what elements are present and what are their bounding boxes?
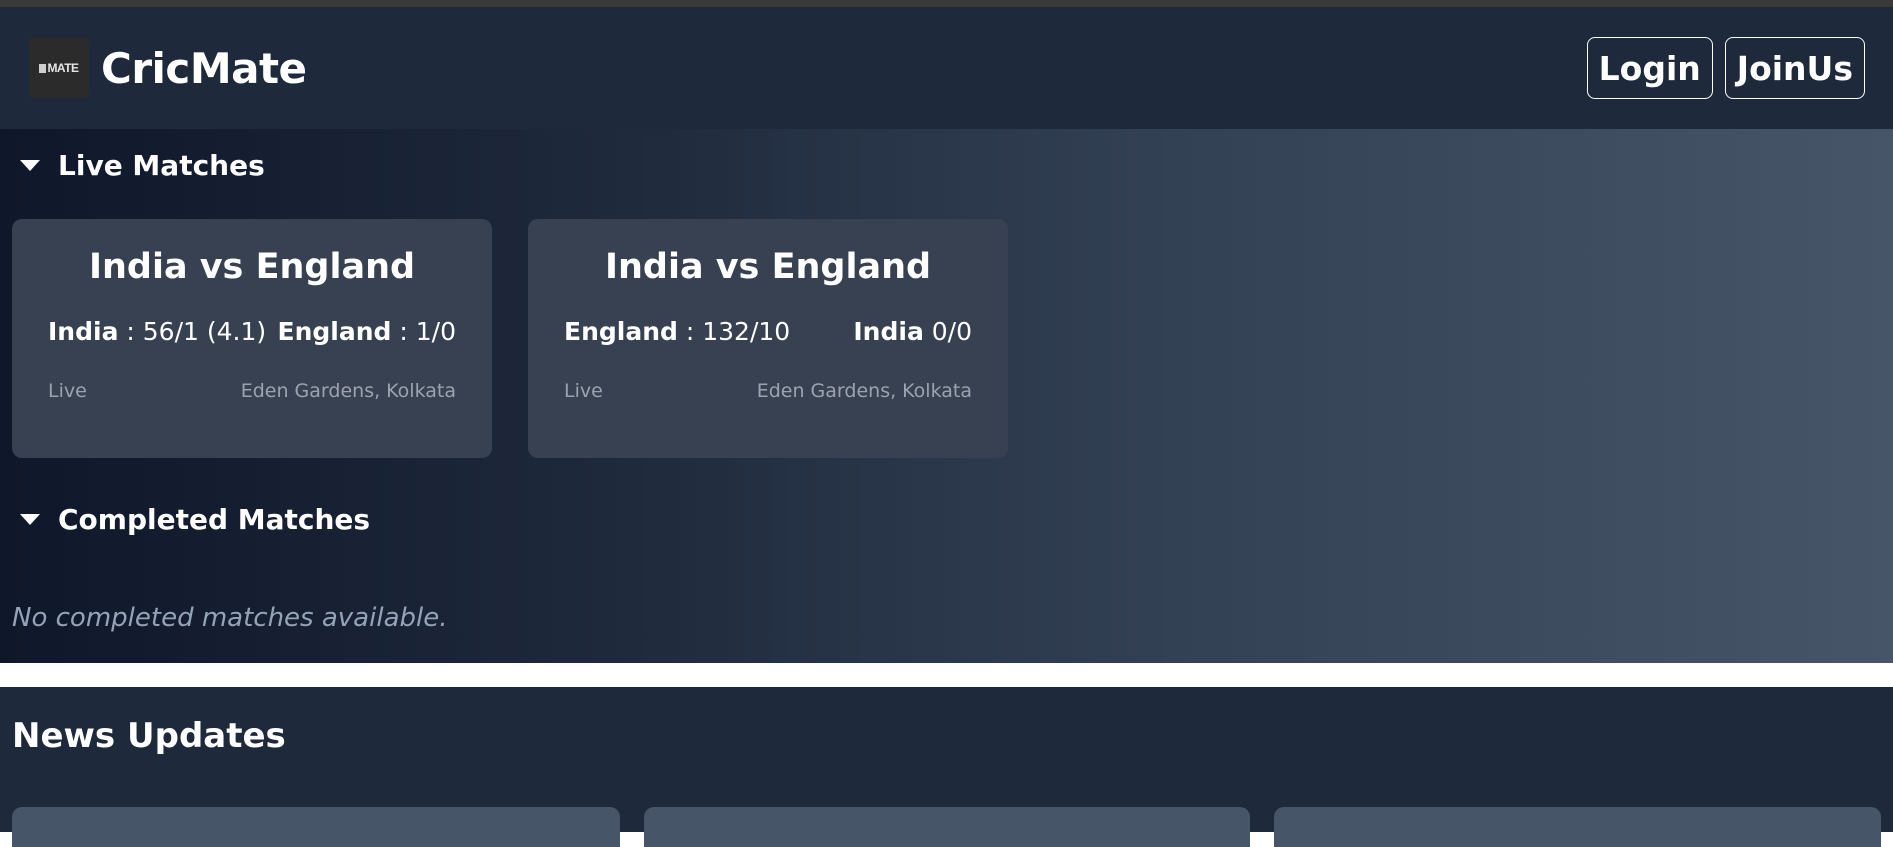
login-button[interactable]: Login xyxy=(1586,37,1713,99)
news-section: News Updates xyxy=(0,687,1893,847)
match-venue: Eden Gardens, Kolkata xyxy=(756,380,972,402)
news-title: News Updates xyxy=(12,716,286,756)
team1-score: England : 132/10 xyxy=(564,317,791,346)
section-divider xyxy=(0,663,1893,687)
match-card[interactable]: India vs England England : 132/10 India … xyxy=(528,219,1008,458)
live-matches-title: Live Matches xyxy=(58,149,265,182)
match-card[interactable]: India vs England India : 56/1 (4.1) Engl… xyxy=(12,219,492,458)
team2-score: England : 1/0 xyxy=(277,317,456,346)
news-card[interactable] xyxy=(1274,807,1881,847)
score-row: England : 132/10 India 0/0 xyxy=(564,317,972,346)
match-meta: Live Eden Gardens, Kolkata xyxy=(564,380,972,402)
logo-icon: MATE xyxy=(29,38,89,98)
match-meta: Live Eden Gardens, Kolkata xyxy=(48,380,456,402)
empty-state-message: No completed matches available. xyxy=(12,603,448,633)
caret-down-icon xyxy=(20,514,40,525)
matches-section: Live Matches India vs England India : 56… xyxy=(0,129,1893,663)
brand-name: CricMate xyxy=(101,43,307,93)
caret-down-icon xyxy=(20,160,40,171)
live-matches-toggle[interactable]: Live Matches xyxy=(20,149,265,182)
team2-score: India 0/0 xyxy=(853,317,972,346)
completed-matches-toggle[interactable]: Completed Matches xyxy=(20,503,370,536)
join-us-button[interactable]: JoinUs xyxy=(1724,37,1865,99)
match-title: India vs England xyxy=(88,247,416,287)
match-status: Live xyxy=(48,380,87,402)
match-status: Live xyxy=(564,380,603,402)
news-card[interactable] xyxy=(12,807,620,847)
completed-matches-title: Completed Matches xyxy=(58,503,371,536)
match-venue: Eden Gardens, Kolkata xyxy=(240,380,456,402)
brand[interactable]: MATE CricMate xyxy=(29,38,307,98)
window-top-strip xyxy=(0,0,1893,7)
auth-buttons: Login JoinUs xyxy=(1586,37,1865,99)
team1-score: India : 56/1 (4.1) xyxy=(48,317,267,346)
site-header: MATE CricMate Login JoinUs xyxy=(0,7,1893,129)
news-card[interactable] xyxy=(644,807,1250,847)
score-row: India : 56/1 (4.1) England : 1/0 xyxy=(48,317,456,346)
match-title: India vs England xyxy=(604,247,932,287)
